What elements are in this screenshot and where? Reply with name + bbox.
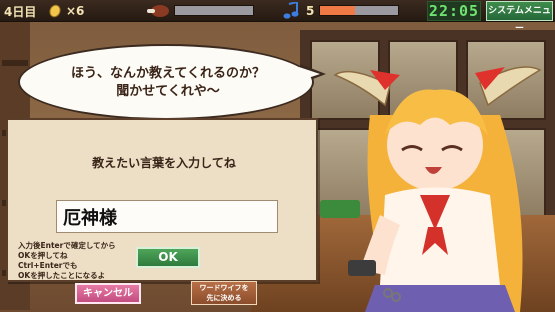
coin-icon [49,4,61,18]
cancel-button[interactable]: キャンセル [75,283,141,304]
top-hud: 4日目 ×6 5 22:05 システムメニュー [0,0,555,34]
hint-line-1: 入力後Enterで確定してから [18,241,116,250]
speech-bubble: ほう、なんか教えてくれるのか？ 聞かせてくれや〜 [18,44,314,120]
bubble-tail-inner [299,67,320,81]
word-input-field[interactable] [56,200,278,233]
word-input-dialog: 教えたい言葉を入力してね 入力後Enterで確定してから OKを押してね Ctr… [6,118,318,282]
coin-count: ×6 [66,4,85,18]
wordwife-line-1: ワードワイフを [199,284,249,292]
note-gauge [319,5,399,16]
hint-line-2: OKを押してね [18,251,68,260]
system-menu-button[interactable]: システムメニュー [486,1,553,34]
dialog-title: 教えたい言葉を入力してね [92,156,236,170]
speech-line-1: ほう、なんか教えてくれるのか？ [71,66,265,81]
hint-line-4: OKを押したことになるよ [18,271,106,280]
wordwife-line-2: 先に決める [206,294,242,302]
character-illustration [333,66,542,312]
meat-icon [147,5,169,17]
day-counter: 4日目 [4,5,37,19]
decide-word-wife-first-button[interactable]: ワードワイフを 先に決める [191,281,257,305]
speech-line-2: 聞かせてくれや〜 [116,84,220,99]
music-note-icon [283,2,299,19]
note-count: 5 [306,4,315,18]
meat-gauge [174,5,254,16]
note-gauge-fill [320,6,356,15]
clock-display: 22:05 [427,1,481,21]
hint-line-3: Ctrl+Enterでも [18,261,78,270]
ok-button[interactable]: OK [136,247,200,268]
